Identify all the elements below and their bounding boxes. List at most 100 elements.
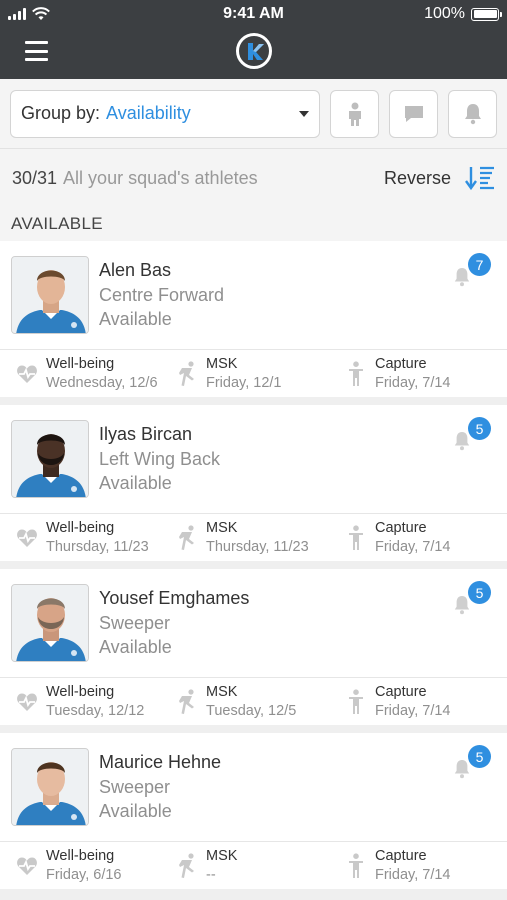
- metric-date: Friday, 6/16: [46, 866, 122, 883]
- metric-date: Friday, 7/14: [375, 866, 451, 883]
- metric-msk[interactable]: MSK Thursday, 11/23: [168, 514, 337, 561]
- section-header-available: AVAILABLE: [0, 207, 507, 241]
- metric-capture[interactable]: Capture Friday, 7/14: [337, 678, 507, 725]
- athlete-avatar: [11, 420, 89, 498]
- athlete-alerts[interactable]: 5: [451, 745, 491, 785]
- metric-label: Capture: [375, 355, 427, 372]
- metric-label: Well-being: [46, 683, 115, 700]
- metric-label: MSK: [206, 355, 238, 372]
- metric-label: Well-being: [46, 847, 115, 864]
- metric-date: Thursday, 11/23: [46, 538, 149, 555]
- metric-label: Capture: [375, 847, 427, 864]
- athlete-alerts[interactable]: 7: [451, 253, 491, 293]
- athlete-name: Ilyas Bircan: [99, 424, 193, 445]
- athlete-avatar: [11, 584, 89, 662]
- metric-capture[interactable]: Capture Friday, 7/14: [337, 350, 507, 397]
- bell-icon: [454, 432, 470, 451]
- heart-pulse-icon: [17, 857, 37, 875]
- metric-wellbeing[interactable]: Well-being Friday, 6/16: [0, 842, 168, 889]
- person-standing-icon: [349, 524, 363, 550]
- metric-label: MSK: [206, 519, 238, 536]
- alert-count-badge: 5: [468, 581, 491, 604]
- metric-date: Friday, 7/14: [375, 702, 451, 719]
- athlete-filter-button[interactable]: [330, 89, 379, 138]
- dropdown-caret-icon: [299, 110, 309, 117]
- metric-wellbeing[interactable]: Well-being Wednesday, 12/6: [0, 350, 168, 397]
- person-standing-icon: [349, 688, 363, 714]
- metric-capture[interactable]: Capture Friday, 7/14: [337, 842, 507, 889]
- metric-label: Well-being: [46, 519, 115, 536]
- athlete-position: Sweeper: [99, 776, 171, 797]
- athlete-avatar: [11, 256, 89, 334]
- athlete-position: Centre Forward: [99, 284, 225, 305]
- heart-pulse-icon: [17, 529, 37, 547]
- group-by-label: Group by:: [21, 103, 101, 123]
- person-standing-icon: [349, 360, 363, 386]
- metric-wellbeing[interactable]: Well-being Tuesday, 12/12: [0, 678, 168, 725]
- athlete-avatar: [11, 748, 89, 826]
- metric-date: --: [206, 866, 216, 883]
- group-by-value: Availability: [106, 103, 191, 123]
- person-standing-icon: [349, 852, 363, 878]
- metric-label: MSK: [206, 847, 238, 864]
- notifications-button[interactable]: [448, 89, 497, 138]
- athlete-alerts[interactable]: 5: [451, 581, 491, 621]
- athlete-card[interactable]: Yousef Emghames Sweeper Available 5 Well…: [0, 569, 507, 725]
- menu-icon[interactable]: [25, 41, 48, 61]
- app-header: 9:41 AM 100%: [0, 0, 507, 79]
- kicking-leg-icon: [179, 852, 194, 878]
- status-bar: 9:41 AM 100%: [0, 0, 507, 28]
- athlete-name: Yousef Emghames: [99, 588, 250, 609]
- metric-label: Well-being: [46, 355, 115, 372]
- group-by-dropdown[interactable]: Group by: Availability: [10, 89, 320, 138]
- metric-date: Friday, 7/14: [375, 538, 451, 555]
- athlete-position: Left Wing Back: [99, 448, 221, 469]
- alert-count-badge: 5: [468, 745, 491, 768]
- metric-msk[interactable]: MSK Friday, 12/1: [168, 350, 337, 397]
- heart-pulse-icon: [17, 365, 37, 383]
- bell-icon: [464, 103, 481, 124]
- metric-label: MSK: [206, 683, 238, 700]
- athlete-availability: Available: [99, 637, 172, 658]
- athlete-count: 30/31: [12, 167, 58, 188]
- metric-label: Capture: [375, 519, 427, 536]
- metric-label: Capture: [375, 683, 427, 700]
- kicking-leg-icon: [179, 688, 194, 714]
- metric-msk[interactable]: MSK --: [168, 842, 337, 889]
- metric-capture[interactable]: Capture Friday, 7/14: [337, 514, 507, 561]
- comments-button[interactable]: [389, 89, 438, 138]
- chat-bubble-icon: [404, 105, 423, 122]
- metric-date: Thursday, 11/23: [206, 538, 309, 555]
- app-logo: [236, 33, 272, 69]
- heart-pulse-icon: [17, 693, 37, 711]
- athlete-count-bar: 30/31 All your squad's athletes Reverse: [0, 148, 507, 207]
- metric-wellbeing[interactable]: Well-being Thursday, 11/23: [0, 514, 168, 561]
- battery-icon: [471, 7, 502, 21]
- athlete-availability: Available: [99, 801, 172, 822]
- reverse-sort-label[interactable]: Reverse: [384, 168, 451, 189]
- athlete-count-label: All your squad's athletes: [63, 167, 258, 188]
- athlete-card[interactable]: Maurice Hehne Sweeper Available 5 Well-b…: [0, 733, 507, 889]
- status-time: 9:41 AM: [223, 5, 284, 22]
- alert-count-badge: 5: [468, 417, 491, 440]
- athlete-availability: Available: [99, 473, 172, 494]
- kicking-leg-icon: [179, 524, 194, 550]
- athlete-card[interactable]: Ilyas Bircan Left Wing Back Available 5: [0, 405, 507, 561]
- athlete-alerts[interactable]: 5: [451, 417, 491, 457]
- athlete-name: Maurice Hehne: [99, 752, 222, 773]
- kicking-leg-icon: [179, 360, 194, 386]
- metric-date: Friday, 12/1: [206, 374, 282, 391]
- metric-msk[interactable]: MSK Tuesday, 12/5: [168, 678, 337, 725]
- athlete-card[interactable]: Alen Bas Centre Forward Available 7 Well…: [0, 241, 507, 397]
- metric-date: Tuesday, 12/12: [46, 702, 145, 719]
- bell-icon: [454, 268, 470, 287]
- filter-bar: Group by: Availability: [0, 79, 507, 148]
- metric-date: Tuesday, 12/5: [206, 702, 297, 719]
- metric-date: Friday, 7/14: [375, 374, 451, 391]
- bell-icon: [454, 760, 470, 779]
- athlete-name: Alen Bas: [99, 260, 172, 281]
- athlete-availability: Available: [99, 309, 172, 330]
- alert-count-badge: 7: [468, 253, 491, 276]
- sort-order-icon[interactable]: [465, 165, 495, 191]
- athlete-position: Sweeper: [99, 612, 171, 633]
